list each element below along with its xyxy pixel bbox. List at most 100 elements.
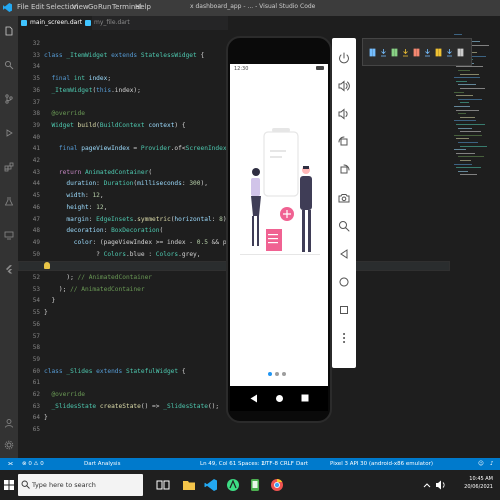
- minimap-line: [456, 138, 469, 140]
- rotate-right-icon[interactable]: [338, 164, 350, 176]
- source-control-icon[interactable]: [4, 94, 14, 104]
- home-icon[interactable]: [338, 276, 350, 288]
- nav-back-icon[interactable]: [250, 394, 258, 403]
- step-icon[interactable]: [380, 48, 387, 57]
- explorer-icon[interactable]: [4, 26, 14, 36]
- volume-up-icon[interactable]: [338, 80, 350, 92]
- pause-icon[interactable]: [369, 48, 376, 57]
- testing-icon[interactable]: [4, 196, 14, 206]
- account-icon[interactable]: [4, 418, 14, 428]
- code-line[interactable]: duration: Duration(milliseconds: 300),: [44, 180, 208, 187]
- menu-run[interactable]: Run: [98, 3, 111, 11]
- system-tray-chevron-icon[interactable]: [420, 478, 434, 492]
- restart-icon[interactable]: [391, 48, 398, 57]
- code-line[interactable]: }: [44, 309, 48, 316]
- windows-start-icon[interactable]: [4, 480, 14, 490]
- more-icon[interactable]: [338, 332, 350, 344]
- volume-icon[interactable]: [434, 478, 448, 492]
- emulator-taskbar-icon[interactable]: [248, 478, 262, 492]
- search-icon[interactable]: [457, 48, 464, 57]
- rotate-left-icon[interactable]: [338, 136, 350, 148]
- hot-reload-icon[interactable]: [402, 48, 409, 57]
- remote-indicator-icon[interactable]: ⫘: [8, 461, 13, 468]
- app-screen[interactable]: [230, 64, 328, 386]
- task-view-icon[interactable]: [156, 478, 170, 492]
- minimap-line: [458, 127, 472, 129]
- language-mode[interactable]: Dart: [296, 461, 308, 467]
- minimap-line: [456, 109, 479, 111]
- android-studio-icon[interactable]: [226, 478, 240, 492]
- encoding[interactable]: UTF-8: [262, 461, 278, 467]
- remote-explorer-icon[interactable]: [4, 230, 14, 240]
- code-line[interactable]: ? Colors.blue : Colors.grey,: [44, 250, 200, 258]
- devtools-icon[interactable]: [446, 48, 453, 57]
- lightbulb-icon[interactable]: [44, 262, 50, 269]
- extensions-icon[interactable]: [4, 162, 14, 172]
- file-explorer-icon[interactable]: [182, 478, 196, 492]
- menu-view[interactable]: View: [72, 3, 89, 11]
- feedback-icon[interactable]: ☺: [478, 461, 484, 467]
- code-token: 12: [92, 192, 100, 200]
- menu-edit[interactable]: Edit: [31, 3, 45, 11]
- search-icon[interactable]: [4, 60, 14, 70]
- overview-icon[interactable]: [338, 304, 350, 316]
- nav-home-icon[interactable]: [275, 394, 284, 403]
- nav-overview-icon[interactable]: [301, 394, 309, 402]
- code-token: }: [44, 297, 56, 305]
- menu-file[interactable]: File: [17, 3, 29, 11]
- browser-icon[interactable]: [270, 478, 284, 492]
- run-debug-icon[interactable]: [4, 128, 14, 138]
- errors-warnings[interactable]: ⊗ 0 ⚠ 0: [22, 461, 44, 467]
- code-line[interactable]: @override: [44, 391, 85, 398]
- code-line[interactable]: Widget build(BuildContext context) {: [44, 122, 185, 129]
- tab-my-file[interactable]: my_file.dart: [82, 16, 154, 30]
- zoom-icon[interactable]: [338, 220, 350, 232]
- back-icon[interactable]: [338, 248, 350, 260]
- flutter-icon[interactable]: [4, 264, 14, 274]
- minimap-line: [460, 145, 487, 147]
- dart-analysis-status[interactable]: Dart Analysis: [84, 461, 120, 467]
- device-selector[interactable]: Pixel 3 API 30 (android-x86 emulator): [330, 461, 433, 467]
- code-token: extends: [111, 51, 141, 59]
- stop-icon[interactable]: [413, 48, 420, 57]
- volume-down-icon[interactable]: [338, 108, 350, 120]
- code-line[interactable]: class _Slides extends StatefulWidget {: [44, 368, 186, 375]
- lightning-icon[interactable]: [435, 48, 442, 57]
- code-line[interactable]: return AnimatedContainer(: [44, 169, 152, 176]
- tab-main-screen[interactable]: main_screen.dart: [18, 16, 92, 30]
- code-line[interactable]: height: 12,: [44, 204, 107, 211]
- code-token: StatefulWidget: [125, 367, 182, 375]
- camera-icon[interactable]: [338, 192, 350, 204]
- code-line[interactable]: class _ItemWidget extends StatelessWidge…: [44, 52, 204, 59]
- vscode-taskbar-icon[interactable]: [204, 478, 218, 492]
- code-line[interactable]: width: 12,: [44, 192, 103, 200]
- code-line[interactable]: final int index;: [44, 75, 111, 82]
- line-endings[interactable]: CRLF: [280, 461, 294, 467]
- menu-help[interactable]: Help: [135, 3, 151, 11]
- indentation[interactable]: Spaces: 2: [238, 461, 265, 467]
- code-line[interactable]: margin: EdgeInsets.symmetric(horizontal:…: [44, 216, 230, 223]
- code-line[interactable]: decoration: BoxDecoration(: [44, 227, 163, 234]
- cursor-position[interactable]: Ln 49, Col 61: [200, 461, 236, 467]
- line-number: 60: [32, 367, 40, 375]
- code-line[interactable]: }: [44, 297, 55, 304]
- taskbar-clock[interactable]: 10:45 AM 20/06/2021: [455, 475, 493, 491]
- settings-gear-icon[interactable]: [4, 440, 14, 450]
- power-icon[interactable]: [338, 52, 350, 64]
- code-line[interactable]: _ItemWidget(this.index);: [44, 87, 140, 94]
- line-number: 43: [32, 168, 40, 176]
- minimap-line: [458, 70, 470, 71]
- code-token: _ItemWidget: [66, 51, 112, 59]
- code-line[interactable]: @override: [44, 110, 85, 117]
- line-number: 40: [32, 133, 40, 141]
- code-line[interactable]: }: [44, 414, 48, 421]
- code-line[interactable]: ); // AnimatedContainer: [44, 286, 145, 293]
- code-line[interactable]: ); // AnimatedContainer: [44, 274, 152, 281]
- minimap-line: [458, 156, 484, 158]
- code-token: Colors: [155, 250, 179, 258]
- inspector-icon[interactable]: [424, 48, 431, 57]
- code-line[interactable]: _SlidesState createState() => _SlidesSta…: [44, 403, 219, 410]
- notifications-bell-icon[interactable]: ♪: [490, 461, 494, 467]
- menu-go[interactable]: Go: [88, 3, 98, 11]
- taskbar-search-input[interactable]: Type here to search: [18, 474, 143, 496]
